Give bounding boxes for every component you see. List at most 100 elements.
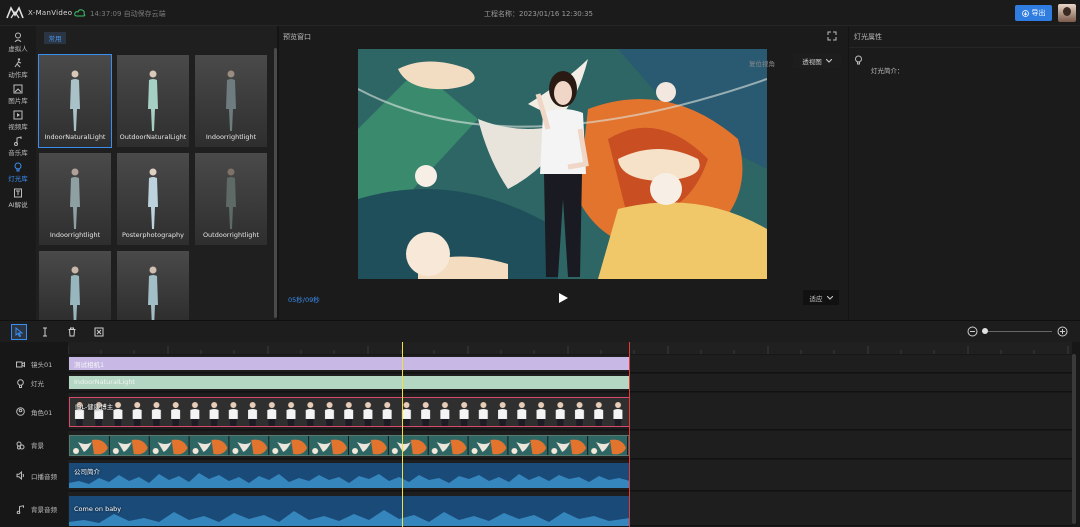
crop-tool-button[interactable] [92,325,106,339]
play-icon[interactable] [557,292,569,304]
sidebar-item-label: 虚拟人 [8,44,28,53]
track-lane-background [68,431,1072,459]
sidebar-item-videos[interactable]: 视频库 [0,108,36,132]
playhead[interactable] [402,342,403,527]
background-icon [16,441,25,449]
avatar-figure-icon [70,70,80,131]
narration-clip[interactable]: 公司简介 [69,463,630,488]
avatar-figure-icon [148,168,158,229]
preview-title: 预览窗口 [283,33,311,41]
export-button[interactable]: 导出 [1015,5,1052,21]
light-item-label: Outdoorrightlight [202,231,260,239]
background-filmstrip [70,436,629,455]
light-item[interactable] [39,251,111,320]
zoom-slider-handle[interactable] [982,328,988,334]
track-label-bgm: 背景音频 [0,492,66,526]
light-item[interactable]: IndoorNaturalLight [38,54,112,148]
delete-tool-button[interactable] [65,325,79,339]
avatar-figure-icon [148,70,158,131]
split-icon [43,327,47,337]
music-icon [16,504,24,514]
library-scrollbar[interactable] [274,48,277,318]
character-clip[interactable]: IBL-健康博主 [69,397,630,427]
clip-label: 公司简介 [74,468,100,476]
timeline-toolbar [0,320,1080,342]
fullscreen-icon[interactable] [827,31,837,41]
track-lane-narration: 公司简介 [68,460,1072,491]
select-tool-button[interactable] [11,324,27,340]
camera-clip[interactable]: 测试相机1 [69,357,630,370]
sidebar-item-label: 音乐库 [8,148,28,157]
sidebar-item-label: 灯光库 [8,174,28,183]
bulb-icon [855,55,862,65]
track-name: 背景音频 [31,506,57,514]
avatar-figure-icon [70,266,80,320]
background-clip[interactable] [69,435,630,456]
light-item-label: OutdoorNaturalLight [119,133,187,141]
app-logo: X-ManVideo [6,6,72,19]
sidebar-item-avatar[interactable]: 虚拟人 [0,30,36,54]
timeline-scrollbar[interactable] [1072,354,1076,524]
track-label-character: 角色01 [0,393,66,430]
avatar-figure-icon [70,168,80,229]
light-item[interactable]: Indoorrightlight [39,153,111,245]
zoom-out-icon[interactable] [967,326,978,337]
reset-view-button[interactable]: 复位视角 [749,58,775,68]
zoom-in-icon[interactable] [1057,326,1068,337]
view-mode-value: 透视图 [802,58,822,66]
tab-common[interactable]: 常用 [44,32,66,44]
light-properties-panel: 灯光属性 灯光简介： [849,26,1080,320]
bgm-waveform [69,510,630,526]
light-item[interactable]: Outdoorrightlight [195,153,267,245]
image-icon [13,84,23,93]
sidebar-item-label: 动作库 [8,70,28,79]
time-display: 05秒/09秒 [288,296,320,304]
export-label: 导出 [1031,9,1046,17]
sidebar-item-label: 图片库 [8,96,28,105]
light-intro-label: 灯光简介： [871,67,904,75]
sidebar-item-motion[interactable]: 动作库 [0,56,36,80]
sidebar-item-label: AI解说 [8,200,28,209]
track-label-narration: 口播音频 [0,460,66,491]
track-lane-camera: 测试相机1 [68,355,1072,373]
light-library-panel: 常用 IndoorNaturalLight OutdoorNaturalLigh… [36,26,278,320]
zoom-slider-track[interactable] [982,331,1052,332]
autosave-status: 14:37:09 自动保存云端 [90,10,166,18]
scene-illustration [358,49,767,279]
narration-waveform [69,473,630,488]
speaker-icon [16,471,24,480]
light-item[interactable]: Indoorrightlight [195,55,267,147]
trash-icon [68,327,76,337]
light-item-label: IndoorNaturalLight [44,133,106,141]
sidebar-item-music[interactable]: 音乐库 [0,134,36,158]
bulb-icon [17,378,24,388]
bgm-clip[interactable]: Come on baby [69,496,630,526]
properties-title: 灯光属性 [854,33,882,41]
fit-select[interactable]: 适应 [803,290,839,305]
character-filmstrip [70,398,629,426]
clip-label: IndoorNaturalLight [74,378,135,386]
track-lane-character: IBL-健康博主 [68,393,1072,430]
user-avatar[interactable] [1058,4,1076,22]
light-clip[interactable]: IndoorNaturalLight [69,376,630,389]
logo-text: X-ManVideo [28,8,73,17]
split-tool-button[interactable] [38,325,52,339]
preview-canvas[interactable] [358,49,767,279]
project-name: 工程名称：2023/01/16 12:30:35 [484,10,594,18]
time-ruler[interactable] [68,342,1072,354]
sidebar-item-lights[interactable]: 灯光库 [0,160,36,184]
sidebar-item-ai-narration[interactable]: AI解说 [0,186,36,210]
ai-icon [14,188,22,197]
light-item[interactable]: Posterphotography [117,153,189,245]
light-item[interactable] [117,251,189,320]
sidebar-item-images[interactable]: 图片库 [0,82,36,106]
bulb-icon [14,162,22,171]
view-mode-select[interactable]: 透视图 [793,54,841,68]
track-name: 背景 [31,442,44,450]
clip-label: 测试相机1 [74,361,105,369]
track-lane-light: IndoorNaturalLight [68,374,1072,392]
fit-select-value: 适应 [809,294,823,303]
avatar-figure-icon [148,266,158,320]
clip-label: Come on baby [74,505,122,513]
light-item[interactable]: OutdoorNaturalLight [117,55,189,147]
